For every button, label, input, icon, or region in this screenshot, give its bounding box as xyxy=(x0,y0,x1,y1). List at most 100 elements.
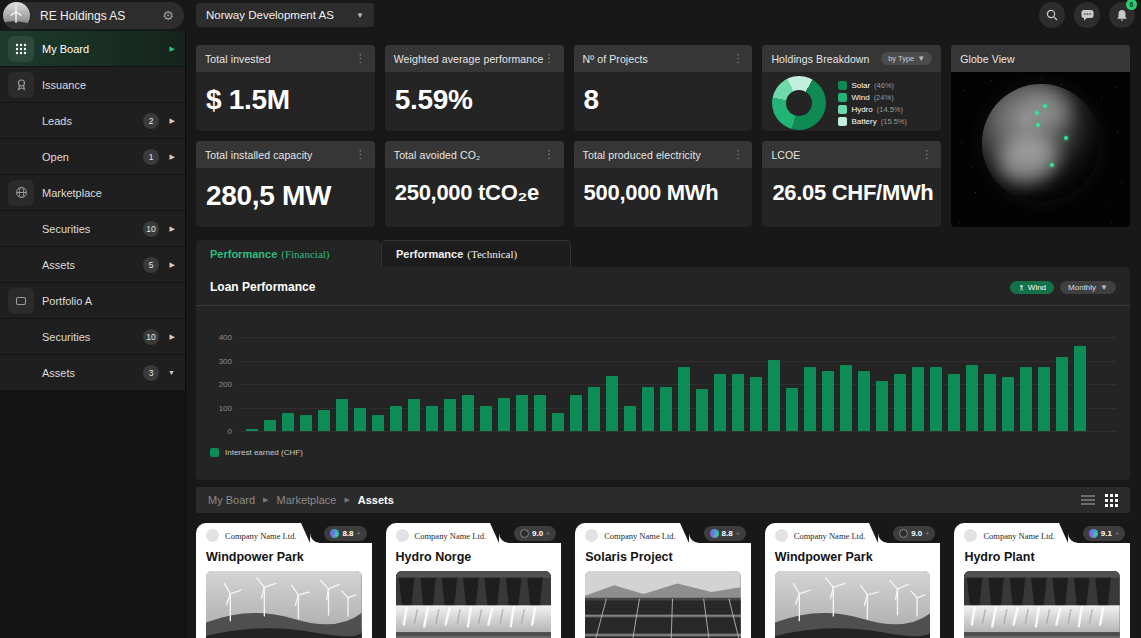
asset-photo xyxy=(964,571,1120,638)
list-view-icon[interactable] xyxy=(1081,494,1095,506)
legend-swatch xyxy=(838,105,847,114)
sidebar-item-portfolio-a[interactable]: Portfolio A xyxy=(0,283,185,319)
kpi-value: 5.59% xyxy=(395,84,473,115)
sidebar-item-assets[interactable]: Assets 5 ▶ xyxy=(0,247,185,283)
count-badge: 5 xyxy=(143,257,159,273)
company-name: Company Name Ltd. xyxy=(983,531,1055,541)
kebab-menu-icon[interactable]: ⋮ xyxy=(921,148,932,161)
asset-title: Solaris Project xyxy=(575,542,751,564)
kpi-value: 500,000 MWh xyxy=(584,180,719,205)
chevron-right-icon: ▶ xyxy=(170,117,175,125)
search-button[interactable] xyxy=(1039,2,1065,28)
kpi-value: 250,000 tCO₂e xyxy=(395,180,539,205)
breadcrumb-separator: ▶ xyxy=(263,496,268,504)
map-marker[interactable] xyxy=(1064,136,1068,140)
brand-header[interactable]: RE Holdings AS ⚙ xyxy=(3,2,184,29)
map-marker[interactable] xyxy=(1043,104,1047,108)
asset-photo xyxy=(585,571,741,638)
chat-icon xyxy=(1081,9,1094,21)
asset-card[interactable]: 9.0+ Company Name Ltd. Windpower Park xyxy=(765,523,941,638)
grid-view-icon[interactable] xyxy=(1105,494,1118,507)
chevron-right-icon: ▶ xyxy=(170,261,175,269)
count-badge: 10 xyxy=(143,221,159,237)
rating-value: 8.8 xyxy=(342,529,353,538)
tab-label: Performance xyxy=(210,248,277,260)
rating-badge: 8.8+ xyxy=(704,526,746,541)
sidebar-item-marketplace[interactable]: Marketplace xyxy=(0,175,185,211)
gear-icon[interactable]: ⚙ xyxy=(162,8,174,23)
breadcrumb-my-board[interactable]: My Board xyxy=(208,494,255,506)
sidebar-item-my-board[interactable]: My Board ▶ xyxy=(0,31,185,67)
kebab-menu-icon[interactable]: ⋮ xyxy=(732,148,743,161)
period-filter-label: Monthly xyxy=(1068,283,1096,292)
marketplace-icon xyxy=(8,180,34,206)
breadcrumb-marketplace[interactable]: Marketplace xyxy=(276,494,336,506)
kebab-menu-icon[interactable]: ⋮ xyxy=(355,52,366,65)
notifications-button[interactable]: 6 xyxy=(1109,2,1135,28)
holdings-title: Holdings Breakdown xyxy=(771,53,881,65)
chevron-down-icon: ▼ xyxy=(168,369,175,376)
search-icon xyxy=(1046,9,1058,21)
rating-badge: 9.0+ xyxy=(514,526,556,541)
kpi-value: 280,5 MW xyxy=(206,180,331,211)
map-marker[interactable] xyxy=(1036,123,1040,127)
kpi-title: Weighted average performance xyxy=(394,53,544,65)
kebab-menu-icon[interactable]: ⋮ xyxy=(544,52,555,65)
sidebar-item-issuance[interactable]: Issuance xyxy=(0,67,185,103)
wind-filter-pill[interactable]: Wind xyxy=(1010,281,1054,294)
globe-view[interactable] xyxy=(951,72,1130,227)
chevron-down-icon: ▼ xyxy=(917,54,925,63)
company-name: Company Name Ltd. xyxy=(415,531,487,541)
sidebar-item-securities[interactable]: Securities 10 ▶ xyxy=(0,211,185,247)
issuance-icon xyxy=(8,72,34,98)
kebab-menu-icon[interactable]: ⋮ xyxy=(732,52,743,65)
count-badge: 3 xyxy=(143,365,159,381)
tab-performance-financial[interactable]: Performance (Financial) xyxy=(196,240,381,267)
company-selector-label: Norway Development AS xyxy=(206,9,356,21)
map-marker[interactable] xyxy=(1035,111,1039,115)
chevron-right-icon: ▶ xyxy=(170,45,175,53)
company-name: Company Name Ltd. xyxy=(604,531,676,541)
rating-value: 9.1 xyxy=(1101,529,1112,538)
company-name: Company Name Ltd. xyxy=(225,531,297,541)
chat-button[interactable] xyxy=(1074,2,1100,28)
sidebar-item-label: Open xyxy=(42,151,69,163)
tab-performance-technical[interactable]: Performance (Technical) xyxy=(381,240,571,267)
kebab-menu-icon[interactable]: ⋮ xyxy=(544,148,555,161)
kpi-value: $ 1.5M xyxy=(206,84,290,115)
breadcrumb-assets[interactable]: Assets xyxy=(358,494,394,506)
legend-pct: (24%) xyxy=(874,93,894,102)
period-filter-pill[interactable]: Monthly▼ xyxy=(1060,281,1116,294)
sidebar-item-label: My Board xyxy=(42,43,89,55)
sidebar: My Board ▶ Issuance Leads 2 ▶ Open 1 ▶ M… xyxy=(0,31,186,638)
kpi-title: LCOE xyxy=(771,149,921,161)
chevron-down-icon: ▼ xyxy=(356,11,364,20)
rating-badge: 9.1+ xyxy=(1083,526,1125,541)
wind-icon xyxy=(1018,284,1025,291)
by-type-filter[interactable]: by Type▼ xyxy=(881,52,932,65)
holdings-legend: Solar(46%) Wind(24%) Hydro(14.5%) Batter… xyxy=(838,81,907,126)
sidebar-item-leads[interactable]: Leads 2 ▶ xyxy=(0,103,185,139)
top-bar: RE Holdings AS ⚙ Norway Development AS ▼… xyxy=(0,0,1141,31)
breadcrumb: My Board ▶ Marketplace ▶ Assets xyxy=(196,487,1130,513)
asset-card[interactable]: 8.8+ Company Name Ltd. Windpower Park xyxy=(196,523,372,638)
asset-title: Windpower Park xyxy=(765,542,941,564)
company-selector[interactable]: Norway Development AS ▼ xyxy=(196,3,374,27)
y-axis-label: 300 xyxy=(210,357,232,366)
tab-sublabel: (Financial) xyxy=(281,248,329,260)
kebab-menu-icon[interactable]: ⋮ xyxy=(355,148,366,161)
sidebar-item-assets-2[interactable]: Assets 3 ▼ xyxy=(0,355,185,391)
sidebar-item-open[interactable]: Open 1 ▶ xyxy=(0,139,185,175)
y-axis-label: 400 xyxy=(210,333,232,342)
asset-card[interactable]: 8.8+ Company Name Ltd. Solaris Project xyxy=(575,523,751,638)
company-avatar xyxy=(396,529,409,542)
sidebar-item-securities-2[interactable]: Securities 10 ▶ xyxy=(0,319,185,355)
asset-title: Hydro Norge xyxy=(386,542,562,564)
map-marker[interactable] xyxy=(1050,163,1054,167)
by-type-label: by Type xyxy=(888,54,914,63)
asset-card[interactable]: 9.0+ Company Name Ltd. Hydro Norge xyxy=(386,523,562,638)
asset-card[interactable]: 9.1+ Company Name Ltd. Hydro Plant xyxy=(954,523,1130,638)
kpi-card-total-invested: Total invested⋮ $ 1.5M xyxy=(196,45,375,131)
bell-icon xyxy=(1116,9,1128,22)
rating-icon xyxy=(710,529,719,538)
